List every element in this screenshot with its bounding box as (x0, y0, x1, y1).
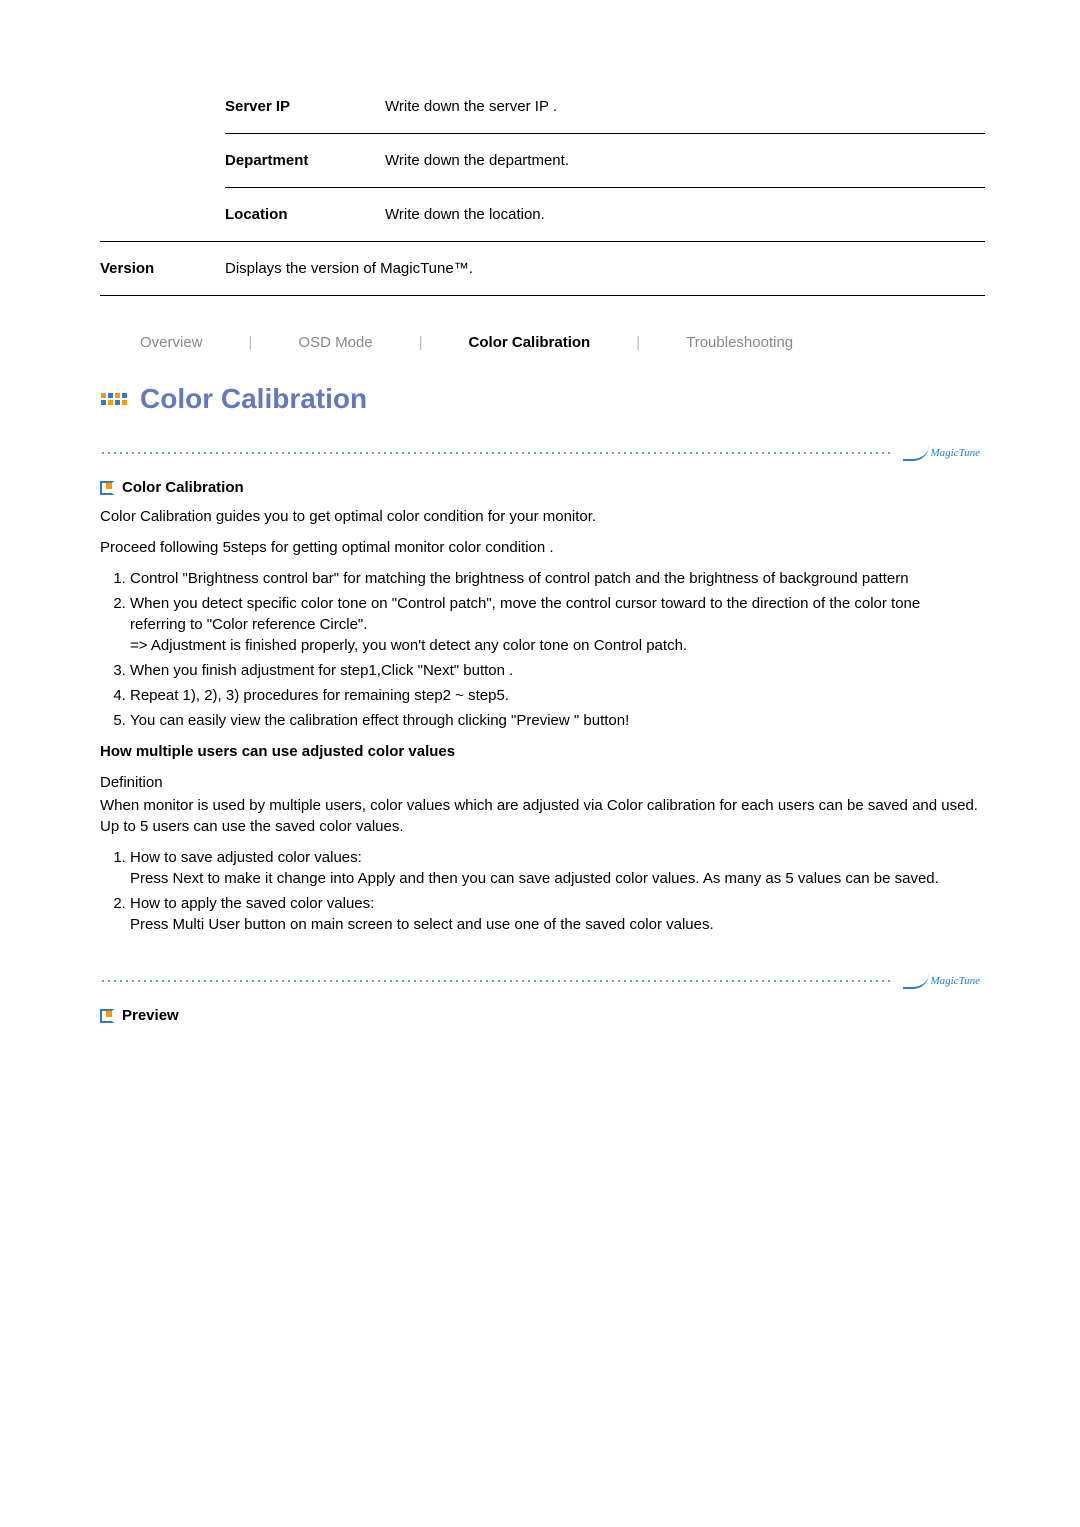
divider: MagicTune (100, 445, 980, 461)
info-value: Write down the location. (385, 206, 985, 223)
section-intro-2: Proceed following 5steps for getting opt… (100, 537, 980, 558)
version-label: Version (100, 260, 225, 277)
dotted-line (100, 452, 891, 454)
definition-text: When monitor is used by multiple users, … (100, 795, 980, 837)
section-head-preview: Preview (100, 1007, 980, 1024)
section-title: Color Calibration (122, 479, 244, 496)
multiple-users-title: How multiple users can use adjusted colo… (100, 741, 980, 762)
divider: MagicTune (100, 973, 980, 989)
tab-troubleshooting[interactable]: Troubleshooting (646, 334, 833, 351)
magictune-logo: MagicTune (903, 445, 981, 461)
tab-separator: | (243, 334, 259, 351)
section-title: Preview (122, 1007, 179, 1024)
dotted-line (100, 980, 891, 982)
multi-user-step: How to save adjusted color values:Press … (130, 847, 980, 889)
section-intro-1: Color Calibration guides you to get opti… (100, 506, 980, 527)
info-value: Write down the department. (385, 152, 985, 169)
calibration-step: Repeat 1), 2), 3) procedures for remaini… (130, 685, 980, 706)
multi-user-steps: How to save adjusted color values:Press … (130, 847, 980, 935)
version-value: Displays the version of MagicTune™. (225, 260, 985, 277)
info-label: Location (225, 206, 385, 223)
content-color-calibration: Color Calibration Color Calibration guid… (100, 479, 980, 935)
info-table: Server IP Write down the server IP . Dep… (225, 80, 985, 241)
logo-text: MagicTune (931, 975, 981, 987)
tab-color-calibration[interactable]: Color Calibration (429, 334, 631, 351)
calibration-step: When you finish adjustment for step1,Cli… (130, 660, 980, 681)
definition-block: Definition When monitor is used by multi… (100, 772, 980, 837)
info-row-location: Location Write down the location. (225, 188, 985, 241)
info-value: Write down the server IP . (385, 98, 985, 115)
logo-text: MagicTune (931, 447, 981, 459)
page-title: Color Calibration (140, 383, 367, 415)
calibration-steps: Control "Brightness control bar" for mat… (130, 568, 980, 731)
section-head-color-calibration: Color Calibration (100, 479, 980, 496)
info-label: Server IP (225, 98, 385, 115)
logo-swish-icon (903, 973, 929, 989)
page: Server IP Write down the server IP . Dep… (0, 0, 1080, 1527)
version-row: Version Displays the version of MagicTun… (100, 241, 985, 296)
tab-overview[interactable]: Overview (100, 334, 243, 351)
calibration-step: You can easily view the calibration effe… (130, 710, 980, 731)
bullet-icon (100, 1009, 114, 1023)
calibration-step: When you detect specific color tone on "… (130, 593, 980, 656)
info-row-server-ip: Server IP Write down the server IP . (225, 80, 985, 134)
tab-osd-mode[interactable]: OSD Mode (258, 334, 412, 351)
bullet-icon (100, 481, 114, 495)
page-heading-row: Color Calibration (100, 383, 980, 415)
tabs: Overview | OSD Mode | Color Calibration … (100, 334, 980, 351)
tab-separator: | (630, 334, 646, 351)
logo-swish-icon (903, 445, 929, 461)
magictune-logo: MagicTune (903, 973, 981, 989)
info-row-department: Department Write down the department. (225, 134, 985, 188)
calibration-step: Control "Brightness control bar" for mat… (130, 568, 980, 589)
info-label: Department (225, 152, 385, 169)
definition-label: Definition (100, 774, 163, 791)
tab-separator: | (413, 334, 429, 351)
multi-user-step: How to apply the saved color values:Pres… (130, 893, 980, 935)
grid-icon (100, 388, 132, 410)
